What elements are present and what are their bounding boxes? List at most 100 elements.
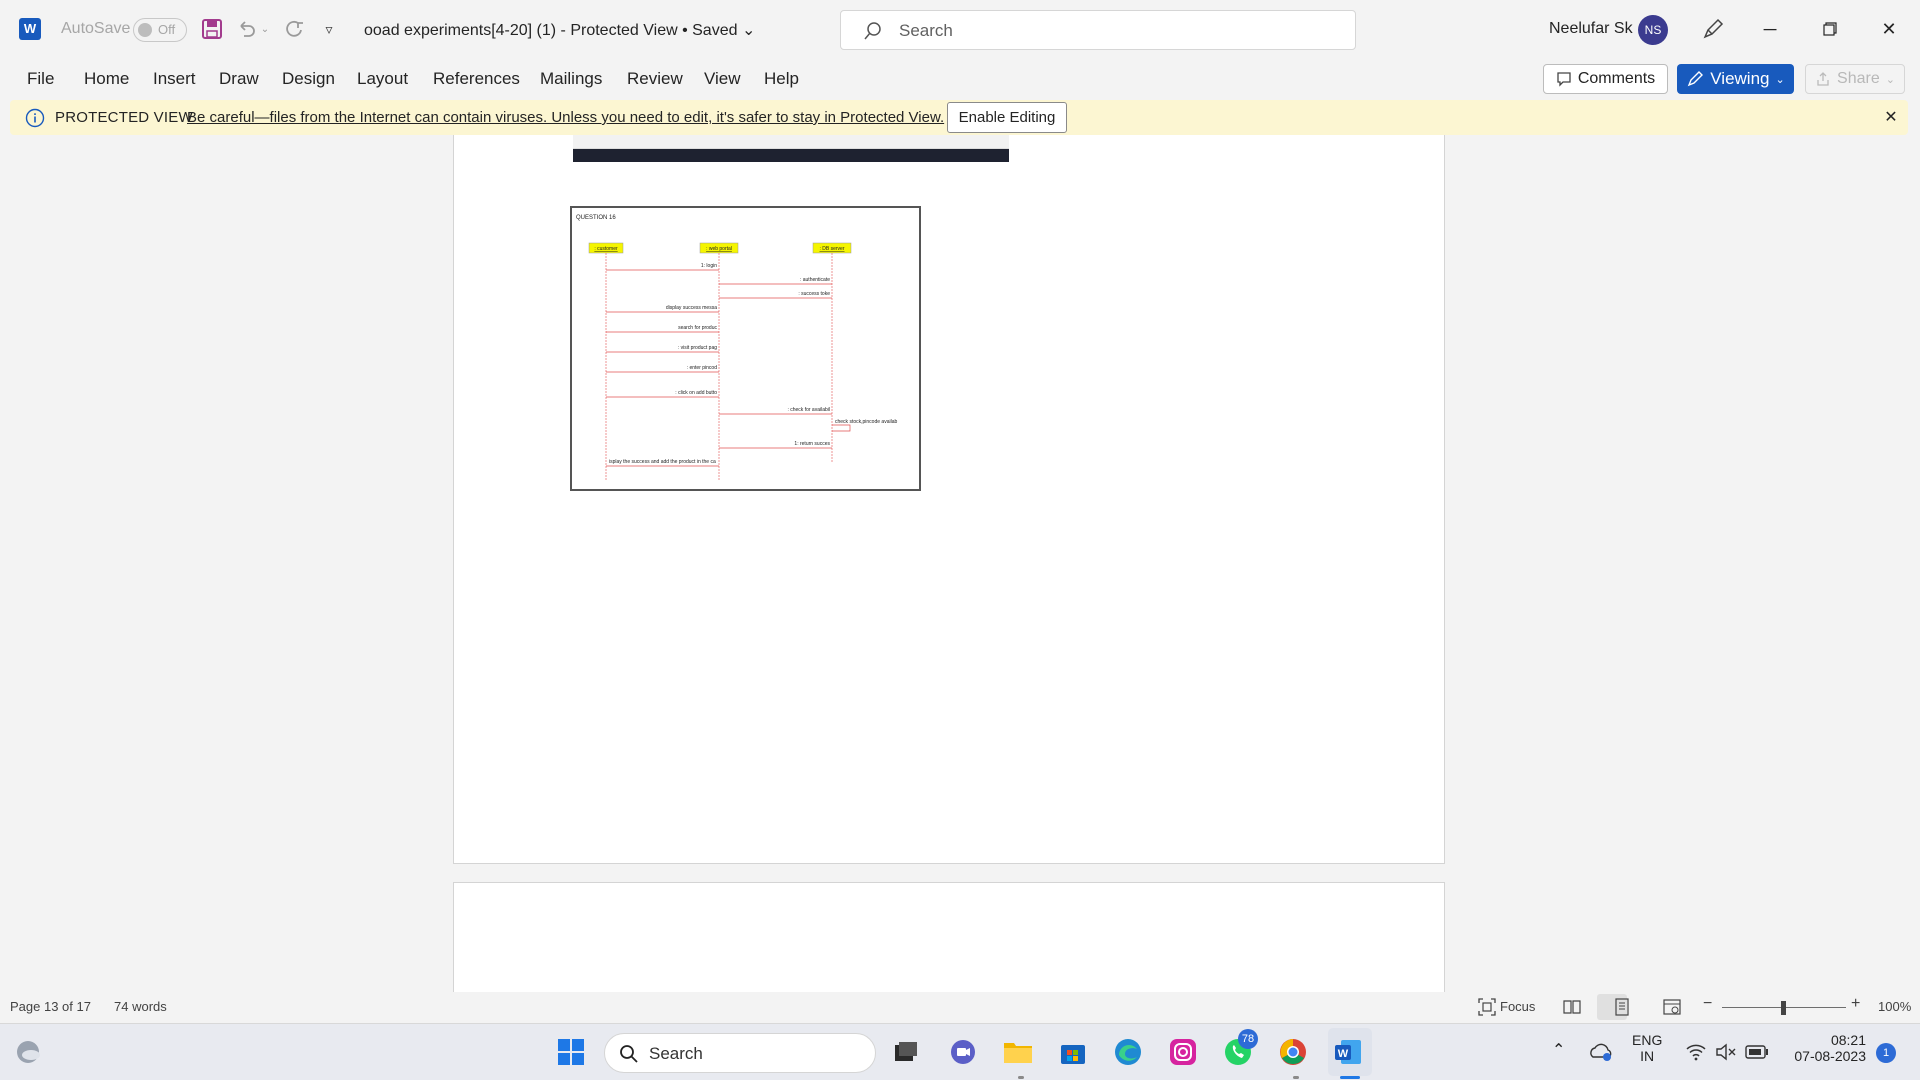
microsoft-store-icon[interactable] xyxy=(1055,1034,1091,1070)
lang-bottom: IN xyxy=(1640,1048,1655,1064)
edge-icon[interactable] xyxy=(1110,1034,1146,1070)
taskbar-search-placeholder: Search xyxy=(649,1044,703,1063)
customize-toolbar-icon[interactable]: ▿ xyxy=(316,16,342,42)
message-label: check stock,pincode availab xyxy=(835,419,897,425)
autosave-toggle[interactable]: Off xyxy=(133,18,187,42)
comment-icon xyxy=(1557,72,1571,87)
document-title[interactable]: ooad experiments[4-20] (1) - Protected V… xyxy=(364,20,755,40)
wifi-icon[interactable] xyxy=(1686,1043,1706,1061)
tab-home[interactable]: Home xyxy=(84,69,129,89)
zoom-in-icon[interactable]: + xyxy=(1851,995,1860,1013)
message-label: 1: return succes xyxy=(794,441,830,447)
pen-icon xyxy=(1688,71,1704,87)
protected-view-title: PROTECTED VIEW xyxy=(55,109,193,126)
restore-button[interactable] xyxy=(1807,12,1853,46)
viewing-mode-button[interactable]: Viewing ⌄ xyxy=(1677,64,1794,94)
undo-dropdown-icon[interactable]: ⌄ xyxy=(258,16,272,42)
weather-widget-icon[interactable] xyxy=(10,1034,46,1070)
lifeline-label: : customer xyxy=(594,246,618,252)
notification-badge[interactable]: 1 xyxy=(1876,1043,1896,1063)
protected-view-message-link[interactable]: Be careful—files from the Internet can c… xyxy=(187,109,944,126)
focus-icon[interactable] xyxy=(1477,997,1497,1017)
battery-icon[interactable] xyxy=(1745,1044,1769,1060)
screenshot-top xyxy=(573,135,1009,149)
message-label: : enter pincod xyxy=(687,365,718,371)
print-layout-icon[interactable] xyxy=(1612,997,1632,1017)
undo-icon[interactable] xyxy=(233,16,259,42)
ribbon-tabs: File Home Insert Draw Design Layout Refe… xyxy=(0,58,1920,100)
document-page[interactable] xyxy=(453,882,1445,992)
svg-text:W: W xyxy=(1338,1048,1349,1060)
taskbar-search[interactable]: Search xyxy=(604,1033,876,1073)
file-explorer-icon[interactable] xyxy=(1000,1034,1036,1070)
zoom-slider-thumb[interactable] xyxy=(1781,1001,1786,1015)
redo-icon[interactable] xyxy=(281,16,307,42)
message-label: : check for availabil xyxy=(787,407,830,413)
title-search-placeholder: Search xyxy=(899,21,953,40)
lifeline-label: : DB server xyxy=(819,246,844,252)
enable-editing-button[interactable]: Enable Editing xyxy=(947,102,1067,133)
tab-review[interactable]: Review xyxy=(627,69,683,89)
message-label: : visit product pag xyxy=(678,345,717,351)
title-bar: W AutoSave Off ⌄ ▿ ooad experiments[4-20… xyxy=(0,0,1920,58)
toggle-knob xyxy=(138,23,152,37)
zoom-out-icon[interactable]: − xyxy=(1703,995,1712,1013)
word-taskbar-icon[interactable]: W xyxy=(1330,1034,1366,1070)
taskbar: Search 78 W ⌃ ENG IN 08:21 07-08-2023 1 xyxy=(0,1023,1920,1080)
share-icon xyxy=(1817,72,1829,86)
active-app-indicator xyxy=(1340,1076,1360,1079)
chevron-down-icon: ⌄ xyxy=(1775,73,1785,86)
minimize-button[interactable]: ─ xyxy=(1747,12,1793,46)
title-search-box[interactable]: Search xyxy=(840,10,1356,50)
read-mode-icon[interactable] xyxy=(1562,997,1582,1017)
message-label: display success messa xyxy=(666,305,717,311)
designer-pen-icon[interactable] xyxy=(1700,16,1726,42)
web-layout-icon[interactable] xyxy=(1662,997,1682,1017)
embedded-screenshot xyxy=(573,135,1009,162)
teams-chat-icon[interactable] xyxy=(945,1034,981,1070)
tab-layout[interactable]: Layout xyxy=(357,69,408,89)
tab-file[interactable]: File xyxy=(27,69,54,89)
start-icon[interactable] xyxy=(553,1034,589,1070)
tab-design[interactable]: Design xyxy=(282,69,335,89)
zoom-level[interactable]: 100% xyxy=(1878,999,1911,1014)
document-canvas[interactable]: QUESTION 16 : customer : web portal : DB… xyxy=(0,135,1920,992)
viewing-label: Viewing xyxy=(1710,69,1770,88)
onedrive-sync-icon[interactable] xyxy=(1589,1041,1613,1063)
sequence-diagram: QUESTION 16 : customer : web portal : DB… xyxy=(570,206,921,491)
avatar[interactable]: NS xyxy=(1638,15,1668,45)
share-button[interactable]: Share ⌄ xyxy=(1805,64,1905,94)
tab-draw[interactable]: Draw xyxy=(219,69,259,89)
tab-help[interactable]: Help xyxy=(764,69,799,89)
chrome-icon[interactable] xyxy=(1275,1034,1311,1070)
comments-label: Comments xyxy=(1577,70,1656,87)
tab-insert[interactable]: Insert xyxy=(153,69,196,89)
language-indicator[interactable]: ENG IN xyxy=(1632,1032,1662,1064)
save-icon[interactable] xyxy=(199,16,225,42)
word-count[interactable]: 74 words xyxy=(114,999,167,1014)
focus-label[interactable]: Focus xyxy=(1500,999,1535,1014)
document-page[interactable]: QUESTION 16 : customer : web portal : DB… xyxy=(453,135,1445,864)
page-count[interactable]: Page 13 of 17 xyxy=(10,999,91,1014)
speaker-muted-icon[interactable] xyxy=(1715,1043,1737,1061)
clock-time: 08:21 xyxy=(1830,1032,1866,1048)
share-label: Share xyxy=(1837,70,1880,87)
autosave-label: AutoSave xyxy=(61,20,131,37)
search-icon xyxy=(864,22,881,40)
screenshot-taskbar xyxy=(573,149,1009,162)
instagram-icon[interactable] xyxy=(1165,1034,1201,1070)
user-name[interactable]: Neelufar Sk xyxy=(1549,20,1633,38)
close-icon[interactable]: ✕ xyxy=(1882,108,1900,126)
message-label: isplay the success and add the product i… xyxy=(609,459,716,465)
tab-view[interactable]: View xyxy=(704,69,741,89)
close-window-button[interactable]: ✕ xyxy=(1866,12,1912,46)
show-hidden-icons-chevron[interactable]: ⌃ xyxy=(1552,1040,1565,1060)
message-label: search for produc xyxy=(678,325,717,331)
sequence-diagram-canvas: QUESTION 16 : customer : web portal : DB… xyxy=(576,215,897,480)
comments-button[interactable]: Comments xyxy=(1543,64,1668,94)
clock[interactable]: 08:21 07-08-2023 xyxy=(1782,1032,1866,1064)
protected-view-bar: PROTECTED VIEW Be careful—files from the… xyxy=(10,100,1908,135)
tab-mailings[interactable]: Mailings xyxy=(540,69,602,89)
task-view-icon[interactable] xyxy=(888,1034,924,1070)
tab-references[interactable]: References xyxy=(433,69,520,89)
